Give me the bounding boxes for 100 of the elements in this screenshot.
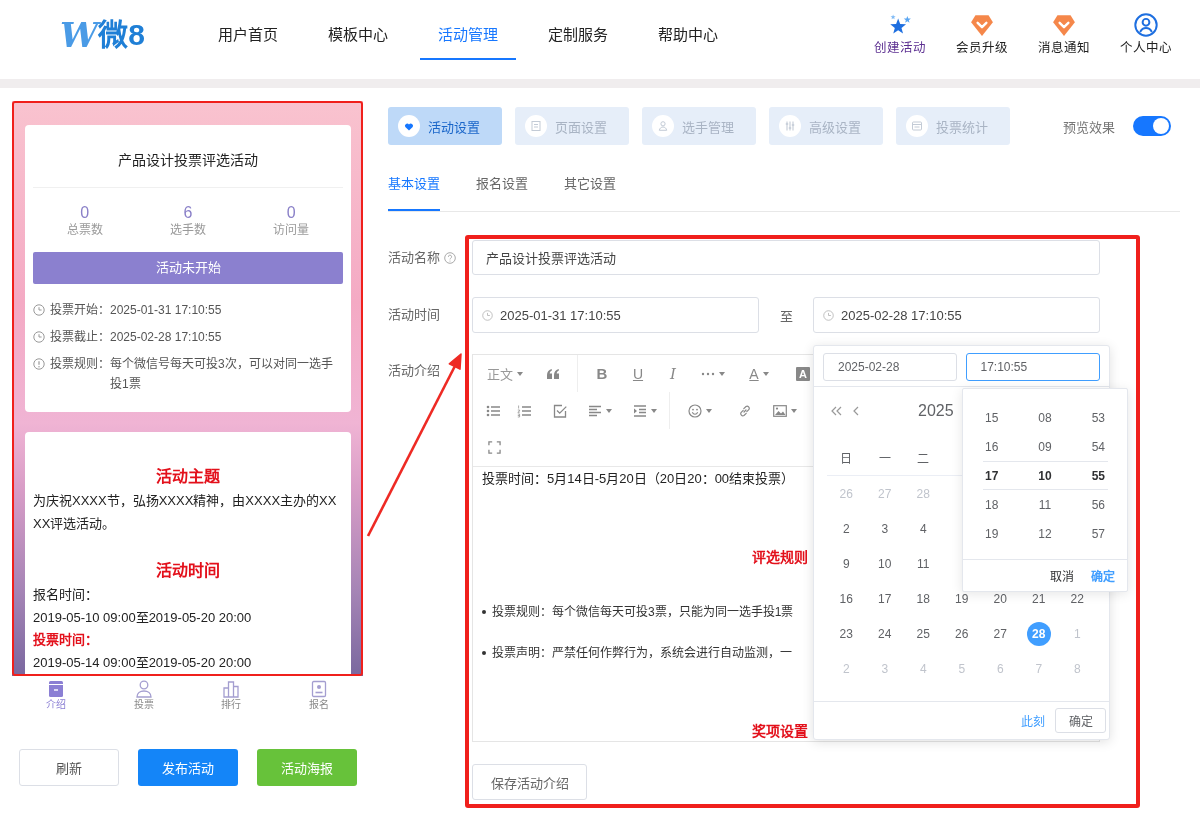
- datetime-input[interactable]: 2025-02-28 17:10:55: [813, 297, 1100, 333]
- paragraph-text: 2019-05-14 09:00至2019-05-20 20:00: [33, 653, 253, 672]
- calendar-day[interactable]: 2: [834, 516, 859, 541]
- sub-tab[interactable]: 基本设置: [388, 145, 440, 211]
- nav-link[interactable]: 活动管理: [420, 0, 516, 60]
- bold-button[interactable]: B: [583, 355, 621, 392]
- sub-tab[interactable]: 其它设置: [564, 145, 616, 211]
- calendar-day[interactable]: 19: [949, 586, 974, 611]
- refresh-button[interactable]: 刷新: [19, 749, 119, 786]
- fullscreen-icon: [487, 441, 501, 454]
- person-icon: [134, 680, 153, 698]
- hour-option[interactable]: 15: [985, 410, 999, 425]
- calendar-day[interactable]: 20: [988, 586, 1013, 611]
- font-color-button[interactable]: A: [735, 355, 783, 392]
- notifications-button[interactable]: 消息通知: [1025, 0, 1103, 56]
- bullet-icon: [482, 610, 486, 614]
- calendar-day[interactable]: 16: [834, 586, 859, 611]
- calendar-day[interactable]: 18: [911, 586, 936, 611]
- ranking-tab[interactable]: 排行: [187, 680, 276, 712]
- time-input[interactable]: 17:10:55: [965, 353, 1100, 381]
- info-label: 投票截止：: [50, 328, 110, 346]
- user-icon: [1134, 13, 1158, 37]
- logo-text: 微8: [98, 17, 145, 53]
- more-icon: [701, 371, 715, 376]
- field-label: 活动名称: [388, 248, 440, 267]
- calendar-day[interactable]: 4: [911, 516, 936, 541]
- toggle-switch[interactable]: [1133, 116, 1171, 136]
- highlight-button[interactable]: A: [796, 366, 810, 381]
- save-button[interactable]: 保存活动介绍: [472, 764, 587, 800]
- sub-tab[interactable]: 报名设置: [476, 145, 528, 211]
- hour-option[interactable]: 17: [985, 468, 999, 483]
- calendar-day[interactable]: 25: [911, 621, 936, 646]
- publish-button[interactable]: 发布活动: [138, 749, 238, 786]
- calendar-day[interactable]: 11: [911, 551, 936, 576]
- document-icon: [525, 115, 547, 137]
- calendar-day[interactable]: 21: [1026, 586, 1051, 611]
- info-value: 每个微信号每天可投3次，可以对同一选手投1票: [110, 355, 334, 393]
- caret-icon: [762, 371, 769, 376]
- calendar-day[interactable]: 24: [872, 621, 897, 646]
- info-label: 投票规则：: [50, 355, 110, 373]
- window-icon: [906, 115, 928, 137]
- hour-option[interactable]: 19: [985, 526, 999, 541]
- caret-icon: [651, 408, 657, 413]
- calendar-day[interactable]: 10: [872, 551, 897, 576]
- nav-link[interactable]: 模板中心: [310, 0, 406, 60]
- double-chevron-left-icon[interactable]: [830, 406, 842, 416]
- sliders-icon: [779, 115, 801, 137]
- section-heading: 奖项设置: [751, 722, 808, 741]
- stat-value: 6: [182, 204, 194, 222]
- clock-icon: [482, 309, 493, 321]
- hour-option[interactable]: 18: [985, 497, 999, 512]
- vote-tab[interactable]: 投票: [99, 680, 188, 712]
- minute-option[interactable]: 09: [1038, 439, 1052, 454]
- minute-option[interactable]: 11: [1038, 497, 1052, 512]
- list-item-text: 投票声明：严禁任何作弊行为，系统会进行自动监测，一: [492, 644, 792, 662]
- datetime-input[interactable]: 2025-01-31 17:10:55: [472, 297, 759, 333]
- nav-link[interactable]: 用户首页: [200, 0, 296, 60]
- stat-label: 总票数: [65, 222, 104, 238]
- numbered-list-icon: [517, 403, 531, 418]
- nav-link[interactable]: 定制服务: [530, 0, 626, 60]
- chevron-left-icon[interactable]: [852, 406, 860, 416]
- calendar-day[interactable]: 9: [834, 551, 859, 576]
- calendar-day[interactable]: 22: [1065, 586, 1090, 611]
- field-label: 活动介绍: [388, 362, 440, 380]
- upgrade-button[interactable]: 会员升级: [943, 0, 1021, 56]
- paragraph-text: 为庆祝XXXX节，弘扬XXXX精神，由XXXX主办的XXXX评选活动。: [33, 492, 338, 533]
- calendar-day[interactable]: 17: [872, 586, 897, 611]
- caret-icon: [517, 371, 523, 376]
- badge-icon: [970, 13, 994, 37]
- calendar-day[interactable]: 26: [949, 621, 974, 646]
- calendar-day[interactable]: 27: [988, 621, 1013, 646]
- section-heading: 活动时间: [155, 561, 221, 581]
- confirm-button[interactable]: 确定: [1055, 708, 1106, 733]
- image-icon: [773, 404, 787, 417]
- info-icon: [33, 358, 45, 370]
- minute-option[interactable]: 12: [1038, 526, 1052, 541]
- hour-option[interactable]: 16: [985, 439, 999, 454]
- paragraph-text: 投票时间：5月14日-5月20日（20日20：00结束投票）: [482, 470, 795, 488]
- text-input[interactable]: 产品设计投票评选活动: [472, 240, 1100, 275]
- create-button[interactable]: 创建活动: [861, 0, 939, 56]
- minute-option[interactable]: 10: [1038, 468, 1052, 483]
- profile-button[interactable]: 个人中心: [1107, 0, 1185, 56]
- stat-label: 选手数: [169, 222, 207, 238]
- calendar-day[interactable]: 23: [834, 621, 859, 646]
- cancel-button[interactable]: 取消: [1050, 567, 1074, 584]
- weekday-label: 日: [839, 451, 854, 466]
- section-heading: 活动主题: [155, 467, 221, 487]
- intro-tab[interactable]: 介绍: [12, 680, 100, 712]
- signup-tab[interactable]: 报名: [275, 680, 363, 712]
- field-label: 活动时间: [388, 306, 440, 324]
- underline-button[interactable]: U: [621, 355, 655, 392]
- status-banner: 活动未开始: [33, 252, 343, 284]
- minute-option[interactable]: 08: [1038, 410, 1052, 425]
- calendar-day[interactable]: 3: [872, 516, 897, 541]
- italic-button[interactable]: I: [655, 355, 691, 392]
- info-value: 2025-02-28 17:10:55: [110, 329, 223, 346]
- smiley-icon: [688, 403, 702, 418]
- nav-link[interactable]: 帮助中心: [640, 0, 736, 60]
- date-input[interactable]: 2025-02-28: [823, 353, 957, 381]
- step-tab[interactable]: 活动设置: [388, 107, 502, 145]
